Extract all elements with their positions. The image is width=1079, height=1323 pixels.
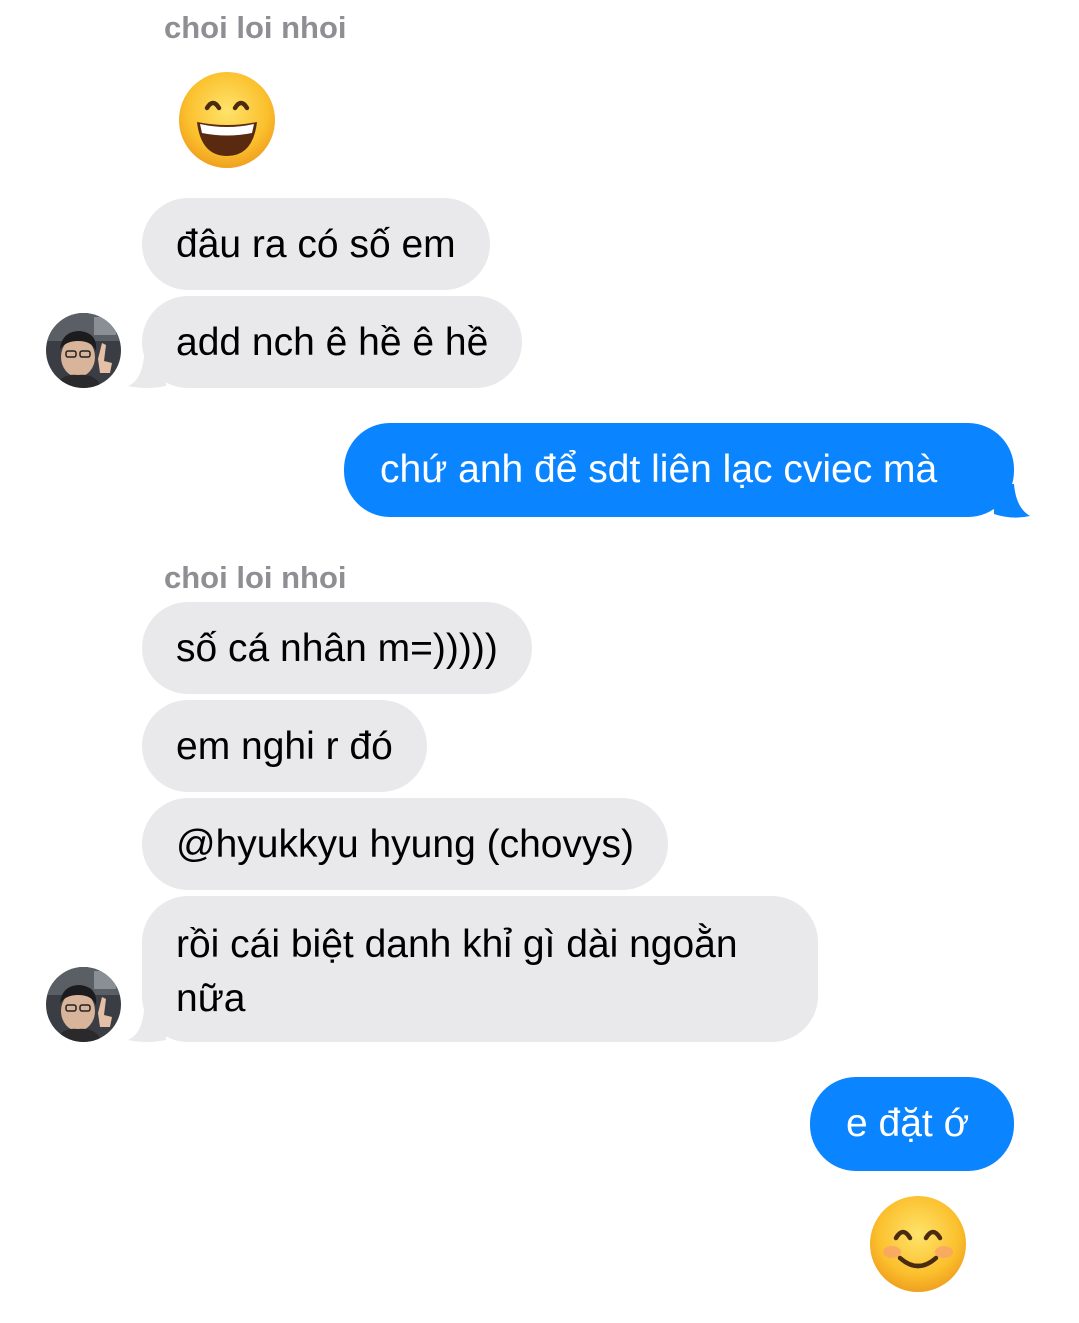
message-text: rồi cái biệt danh khỉ gì dài ngoằn nữa — [176, 923, 738, 1020]
message-bubble[interactable]: em nghi r đó — [142, 700, 427, 792]
message-bubble[interactable]: đâu ra có số em — [142, 198, 490, 290]
bubble-tail — [128, 1010, 166, 1042]
grinning-face-emoji — [179, 72, 275, 168]
message-bubble[interactable]: @hyukkyu hyung (chovys) — [142, 798, 668, 890]
bubble-tail — [994, 484, 1030, 518]
message-text: @hyukkyu hyung (chovys) — [176, 823, 634, 866]
message-text: số cá nhân m=))))) — [176, 627, 498, 670]
message-text: add nch ê hề ê hề — [176, 321, 489, 364]
message-text: e đặt ớ — [846, 1102, 970, 1145]
smiling-face-emoji — [870, 1196, 966, 1292]
sender-name: choi loi nhoi — [164, 10, 347, 45]
bubble-tail — [128, 356, 166, 388]
avatar[interactable] — [46, 967, 121, 1042]
message-bubble[interactable]: số cá nhân m=))))) — [142, 602, 532, 694]
avatar-image — [46, 967, 121, 1042]
message-text: đâu ra có số em — [176, 223, 456, 266]
message-bubble[interactable]: e đặt ớ — [810, 1077, 1014, 1171]
avatar-image — [46, 313, 121, 388]
message-text: em nghi r đó — [176, 725, 393, 768]
message-bubble[interactable]: rồi cái biệt danh khỉ gì dài ngoằn nữa — [142, 896, 818, 1042]
avatar[interactable] — [46, 313, 121, 388]
sender-name: choi loi nhoi — [164, 560, 347, 595]
message-bubble[interactable]: add nch ê hề ê hề — [142, 296, 523, 388]
message-bubble[interactable]: chứ anh để sdt liên lạc cviec mà — [344, 423, 1014, 517]
message-text: chứ anh để sdt liên lạc cviec mà — [380, 448, 938, 491]
